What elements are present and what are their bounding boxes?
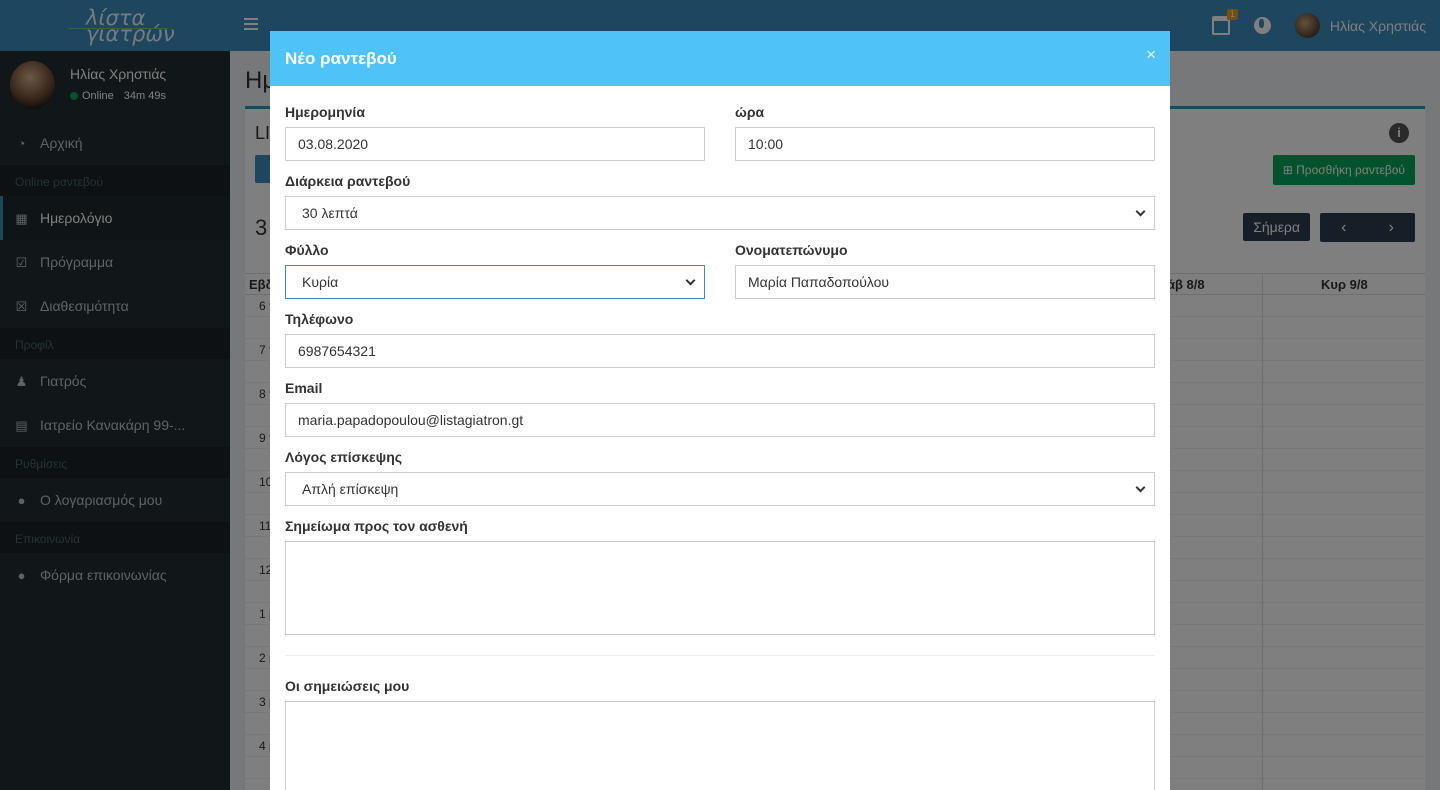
reason-value: Απλή επίσκεψη — [302, 481, 399, 497]
modal-title: Νέο ραντεβού — [285, 49, 397, 68]
my-notes-label: Οι σημειώσεις μου — [285, 678, 410, 694]
phone-field[interactable]: 6987654321 — [285, 334, 1155, 368]
gender-value: Κυρία — [302, 274, 339, 290]
time-label: ώρα — [735, 104, 765, 120]
close-icon[interactable]: × — [1146, 45, 1156, 65]
reason-label: Λόγος επίσκεψης — [285, 449, 403, 465]
new-appointment-modal: Νέο ραντεβού × Ημερομηνία 03.08.2020 ώρα… — [270, 31, 1170, 790]
chevron-down-icon — [685, 275, 696, 286]
divider — [285, 655, 1155, 656]
phone-label: Τηλέφωνο — [285, 311, 354, 327]
email-label: Email — [285, 380, 323, 396]
date-label: Ημερομηνία — [285, 104, 365, 120]
reason-select[interactable]: Απλή επίσκεψη — [285, 472, 1155, 506]
date-field[interactable]: 03.08.2020 — [285, 127, 705, 161]
modal-header: Νέο ραντεβού × — [270, 31, 1170, 86]
time-field[interactable]: 10:00 — [735, 127, 1155, 161]
patient-note-textarea[interactable] — [285, 541, 1155, 635]
fullname-label: Ονοματεπώνυμο — [735, 242, 848, 258]
gender-select[interactable]: Κυρία — [285, 265, 705, 299]
email-field[interactable]: maria.papadopoulou@listagiatron.gt — [285, 403, 1155, 437]
chevron-down-icon — [1135, 482, 1146, 493]
duration-select[interactable]: 30 λεπτά — [285, 196, 1155, 230]
duration-value: 30 λεπτά — [302, 205, 358, 221]
my-notes-textarea[interactable] — [285, 701, 1155, 790]
gender-label: Φύλλο — [285, 242, 329, 258]
chevron-down-icon — [1135, 206, 1146, 217]
duration-label: Διάρκεια ραντεβού — [285, 173, 411, 189]
fullname-field[interactable]: Μαρία Παπαδοπούλου — [735, 265, 1155, 299]
patient-note-label: Σημείωμα προς τον ασθενή — [285, 518, 468, 534]
